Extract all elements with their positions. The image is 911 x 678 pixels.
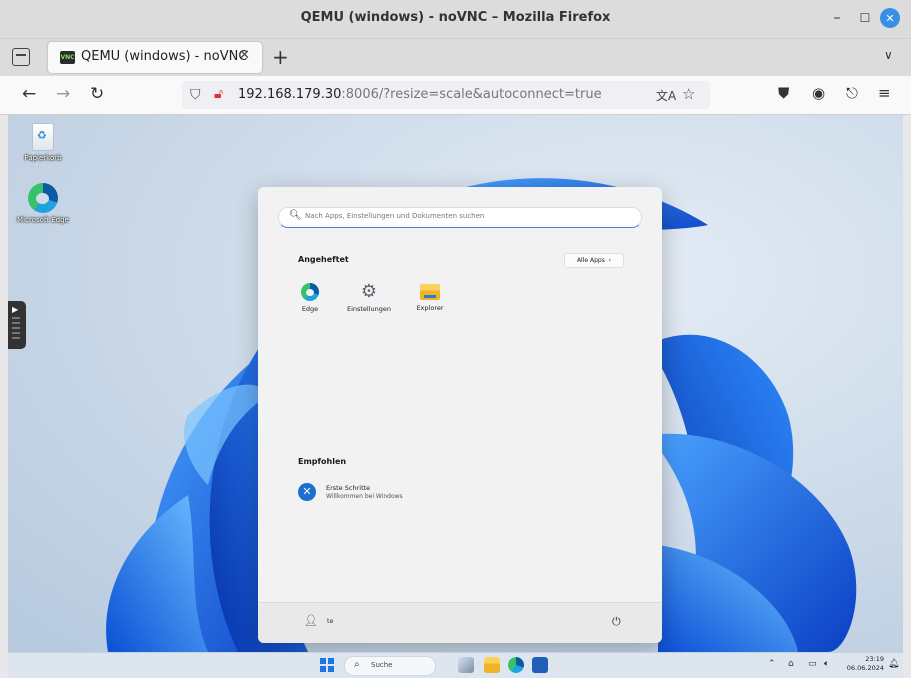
gear-icon: ⚙ xyxy=(360,281,378,302)
recycle-bin-icon xyxy=(32,123,54,151)
insecure-lock-icon[interactable]: 🔓︎ xyxy=(214,86,223,102)
tray-volume-icon[interactable]: 🔈︎ xyxy=(824,659,829,669)
taskbar-store-icon[interactable] xyxy=(532,657,548,673)
desktop-icon-label: Microsoft Edge xyxy=(17,216,69,224)
vnc-favicon-icon: VNC xyxy=(60,51,75,64)
taskbar-search-label: Suche xyxy=(371,661,393,669)
desktop-icon-edge[interactable]: Microsoft Edge xyxy=(8,183,78,224)
start-menu: 🔍︎ Nach Apps, Einstellungen und Dokument… xyxy=(258,187,662,643)
pinned-app-settings[interactable]: ⚙ Einstellungen xyxy=(343,281,395,314)
url-text[interactable]: 192.168.179.30:8006/?resize=scale&autoco… xyxy=(238,87,602,102)
forward-arrow-icon[interactable]: → xyxy=(56,84,70,104)
translate-icon[interactable]: 文A xyxy=(656,87,676,104)
desktop-icon-recycle-bin[interactable]: Papierkorb xyxy=(8,123,78,162)
user-avatar-icon[interactable]: 👤︎ xyxy=(304,614,318,628)
url-host: 192.168.179.30 xyxy=(238,87,342,102)
url-path: :8006/?resize=scale&autoconnect=true xyxy=(341,87,602,102)
pinned-app-explorer[interactable]: Explorer xyxy=(404,283,456,312)
pinned-section-title: Angeheftet xyxy=(298,255,349,264)
clock-time: 23:19 xyxy=(865,655,884,663)
pinned-app-label: Edge xyxy=(301,305,319,313)
pinned-app-label: Explorer xyxy=(416,304,444,312)
menu-hamburger-icon[interactable]: ≡ xyxy=(878,84,891,102)
tray-overflow-chevron-icon[interactable]: ⌃ xyxy=(768,659,776,669)
tab-bar: VNC QEMU (windows) - noVNC ✕ + ∨ xyxy=(0,39,911,76)
expand-arrow-icon: ▶ xyxy=(12,305,19,314)
all-apps-button[interactable]: Alle Apps › xyxy=(564,253,624,268)
pocket-icon[interactable]: ⛊ xyxy=(778,84,789,102)
tab-close-icon[interactable]: ✕ xyxy=(239,48,250,63)
window-titlebar: QEMU (windows) - noVNC – Mozilla Firefox… xyxy=(0,0,911,39)
start-menu-footer: 👤︎ te ⏻ xyxy=(258,602,662,643)
extensions-share-icon[interactable]: ⎋ xyxy=(846,84,858,102)
user-name[interactable]: te xyxy=(327,617,334,625)
windows-taskbar: ⌕ Suche ⌃ ⌂ ▭ 🔈︎ 23:19 06.06.2024 🔔︎ xyxy=(8,652,903,678)
pinned-app-label: Einstellungen xyxy=(346,305,392,313)
edge-icon xyxy=(301,283,319,301)
tab-list-chevron-icon[interactable]: ∨ xyxy=(884,48,893,62)
start-search-input[interactable]: 🔍︎ Nach Apps, Einstellungen und Dokument… xyxy=(278,207,642,228)
minimize-button[interactable]: – xyxy=(826,7,848,29)
taskbar-widgets-icon[interactable] xyxy=(458,657,474,673)
maximize-button[interactable]: ☐ xyxy=(854,7,876,29)
pinned-app-edge[interactable]: Edge xyxy=(284,283,336,313)
desktop-icon-label: Papierkorb xyxy=(24,154,62,162)
start-button-windows-icon[interactable] xyxy=(320,658,334,672)
close-window-button[interactable]: ✕ xyxy=(880,8,900,28)
search-icon: 🔍︎ xyxy=(289,210,302,221)
recommended-section-title: Empfohlen xyxy=(298,457,347,466)
vnc-desktop[interactable]: Papierkorb Microsoft Edge ▶ 🔍︎ Nach Apps… xyxy=(8,115,903,652)
taskbar-clock[interactable]: 23:19 06.06.2024 xyxy=(844,655,884,673)
window-title: QEMU (windows) - noVNC – Mozilla Firefox xyxy=(300,10,611,25)
tab-overview-icon[interactable] xyxy=(12,48,30,66)
taskbar-explorer-icon[interactable] xyxy=(484,657,500,673)
new-tab-button[interactable]: + xyxy=(272,45,289,69)
recommended-item-title: Erste Schritte xyxy=(326,484,371,492)
tray-display-icon[interactable]: ▭ xyxy=(808,659,817,669)
tab-label: QEMU (windows) - noVNC xyxy=(81,49,248,64)
all-apps-label: Alle Apps xyxy=(576,257,605,264)
tracking-shield-icon[interactable]: ⛉ xyxy=(190,87,201,103)
power-icon[interactable]: ⏻ xyxy=(612,615,621,629)
notification-bell-icon[interactable]: 🔔︎ xyxy=(888,659,899,669)
back-arrow-icon[interactable]: ← xyxy=(22,84,36,104)
navigation-bar: ← → ↻ ⛉ 🔓︎ 192.168.179.30:8006/?resize=s… xyxy=(0,76,911,115)
address-bar[interactable]: ⛉ 🔓︎ 192.168.179.30:8006/?resize=scale&a… xyxy=(182,81,710,109)
tray-network-icon[interactable]: ⌂ xyxy=(788,659,794,669)
reload-icon[interactable]: ↻ xyxy=(90,84,104,104)
account-icon[interactable]: ◉ xyxy=(812,84,825,102)
clock-date: 06.06.2024 xyxy=(846,664,884,672)
drag-handle-icon xyxy=(12,317,20,341)
recommended-item-subtitle: Willkommen bei Windows xyxy=(326,493,403,500)
search-icon: ⌕ xyxy=(354,659,360,670)
novnc-control-bar-handle[interactable]: ▶ xyxy=(8,301,26,349)
taskbar-edge-icon[interactable] xyxy=(508,657,524,673)
tab-qemu[interactable]: VNC QEMU (windows) - noVNC ✕ xyxy=(48,42,262,73)
edge-icon xyxy=(28,183,58,213)
search-placeholder: Nach Apps, Einstellungen und Dokumenten … xyxy=(305,212,485,220)
bookmark-star-icon[interactable]: ☆ xyxy=(682,85,695,103)
folder-icon xyxy=(420,284,440,300)
taskbar-search-box[interactable]: ⌕ Suche xyxy=(344,656,436,676)
get-started-icon: ✕ xyxy=(298,483,316,501)
